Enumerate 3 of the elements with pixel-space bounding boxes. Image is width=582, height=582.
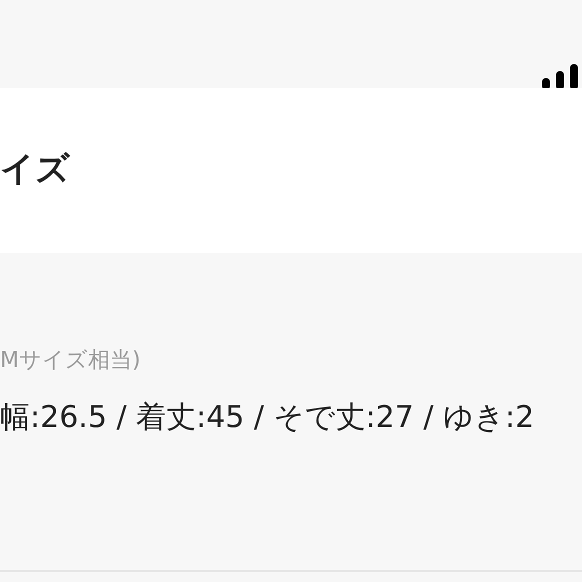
page-title: イズ <box>0 148 70 190</box>
size-note: Mサイズ相当) <box>0 347 142 375</box>
measurements-text: 幅:26.5 / 着丈:45 / そで丈:27 / ゆき:2 <box>0 399 536 437</box>
